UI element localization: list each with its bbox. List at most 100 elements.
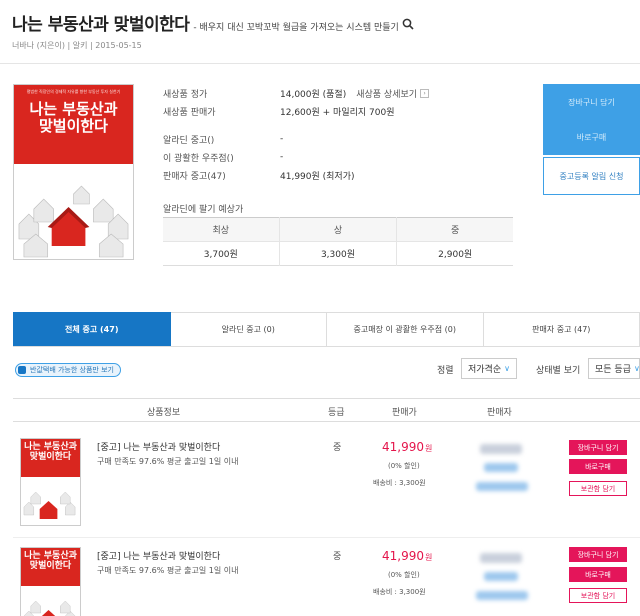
seller-badge-blurred [484, 572, 518, 581]
search-icon[interactable] [402, 18, 414, 30]
cover-title: 나는 부동산과 맞벌이한다 [21, 442, 80, 463]
info-value: - [280, 134, 284, 144]
row-divider [13, 537, 640, 538]
book-meta[interactable]: 너바나 (지은이) | 알키 | 2015-05-15 [12, 40, 142, 51]
item-grade: 중 [333, 443, 342, 453]
checkbox-label: 반값택배 가능한 상품만 보기 [30, 366, 114, 374]
info-row-store-used: 이 광활한 우주점() - [163, 148, 429, 166]
add-to-wishlist-button[interactable]: 보관함 담기 [569, 481, 627, 496]
cover-houses-illustration [21, 586, 80, 616]
item-seller-stats: 구매 만족도 97.6% 평균 출고일 1일 이내 [97, 566, 239, 575]
cover-title-line1: 나는 부동산과 [24, 442, 77, 452]
price-value: 41,990 [382, 440, 424, 454]
header-product: 상품정보 [147, 408, 181, 418]
add-to-cart-button[interactable]: 장바구니 담기 [569, 547, 627, 562]
seller-name-blurred[interactable] [480, 553, 522, 563]
estimate-header: 중 [396, 217, 513, 242]
cover-title-line2: 맞벌이한다 [29, 452, 72, 463]
sort-select-value: 저가격순 [468, 365, 502, 375]
price-unit: 원 [425, 444, 433, 453]
price-unit: 원 [425, 553, 433, 562]
add-to-cart-button[interactable]: 장바구니 담기 [543, 84, 640, 120]
header-price: 판매가 [392, 408, 417, 418]
cover-title-line1: 나는 부동산과 [24, 551, 77, 561]
price-value: 41,990 [382, 549, 424, 563]
half-price-shipping-filter[interactable]: 반값택배 가능한 상품만 보기 [15, 363, 121, 377]
buy-now-button[interactable]: 바로구매 [569, 567, 627, 582]
info-row-sale-price: 새상품 판매가 12,600원 + 마일리지 700원 [163, 102, 429, 120]
buy-now-button[interactable]: 바로구매 [543, 119, 640, 155]
checkbox-icon[interactable] [18, 366, 26, 374]
item-price: 41,990원 [382, 440, 432, 454]
sort-select[interactable]: 저가격순 ∨ [461, 358, 517, 379]
info-label: 이 광활한 우주점() [163, 153, 234, 164]
condition-label: 상태별 보기 [536, 366, 581, 376]
seller-rating-blurred [476, 482, 528, 491]
tab-all-used[interactable]: 전체 중고 (47) [13, 312, 171, 346]
item-discount: (0% 할인) [388, 571, 420, 579]
header-grade: 등급 [328, 408, 345, 418]
info-label: 판매자 중고(47) [163, 171, 226, 182]
item-grade: 중 [333, 552, 342, 562]
cover-title-line2: 맞벌이한다 [38, 117, 108, 136]
cover-houses-illustration [14, 164, 133, 259]
estimate-value: 3,700원 [163, 241, 280, 266]
info-row-seller-used: 판매자 중고(47) 41,990원 (최저가) [163, 166, 429, 184]
page-title: 나는 부동산과 맞벌이한다 [12, 15, 190, 35]
add-to-cart-button[interactable]: 장바구니 담기 [569, 440, 627, 455]
seller-badge-blurred [484, 463, 518, 472]
book-cover[interactable]: 평범한 직장인의 경제적 자유를 향한 부동산 투자 실천기 나는 부동산과 맞… [13, 84, 134, 260]
used-tabs: 전체 중고 (47) 알라딘 중고 (0) 중고매장 이 광활한 우주점 (0)… [13, 312, 640, 347]
info-label: 알라딘 중고() [163, 135, 215, 146]
estimate-header: 상 [279, 217, 398, 242]
estimate-value: 2,900원 [396, 241, 513, 266]
info-value: 41,990원 (최저가) [280, 171, 355, 182]
seller-name-blurred[interactable] [480, 444, 522, 454]
tab-seller-used[interactable]: 판매자 중고 (47) [483, 312, 640, 346]
list-item: 나는 부동산과 맞벌이한다 [중고] 나는 부동산과 맞벌이한다 구매 만족도 … [0, 434, 640, 534]
cover-title-line1: 나는 부동산과 [29, 100, 118, 118]
header-seller: 판매자 [487, 408, 512, 418]
new-product-detail-link[interactable]: 새상품 상세보기 [356, 87, 417, 100]
info-label: 새상품 판매가 [163, 107, 216, 118]
item-cover[interactable]: 나는 부동산과 맞벌이한다 [20, 547, 81, 616]
chevron-right-icon[interactable]: › [420, 88, 430, 98]
info-value: 14,000원 (품절) [280, 89, 347, 100]
add-to-wishlist-button[interactable]: 보관함 담기 [569, 588, 627, 603]
cover-title: 나는 부동산과 맞벌이한다 [14, 100, 133, 136]
list-header: 상품정보 등급 판매가 판매자 [13, 398, 640, 422]
tab-store-used[interactable]: 중고매장 이 광활한 우주점 (0) [327, 312, 484, 346]
item-shipping: 배송비 : 3,300원 [373, 479, 426, 487]
item-cover[interactable]: 나는 부동산과 맞벌이한다 [20, 438, 81, 526]
divider [0, 63, 640, 64]
item-shipping: 배송비 : 3,300원 [373, 588, 426, 596]
estimate-table: 최상 상 중 3,700원 3,300원 2,900원 [163, 217, 513, 266]
info-label: 새상품 정가 [163, 89, 208, 100]
used-registration-alert-button[interactable]: 중고등록 알림 신청 [543, 157, 640, 195]
estimate-title: 알라딘에 팔기 예상가 [163, 205, 244, 215]
cover-houses-illustration [21, 477, 80, 525]
item-title-link[interactable]: [중고] 나는 부동산과 맞벌이한다 [97, 549, 220, 562]
condition-select[interactable]: 모든 등급 ∨ [588, 358, 640, 379]
buy-now-button[interactable]: 바로구매 [569, 459, 627, 474]
seller-rating-blurred [476, 591, 528, 600]
estimate-value: 3,300원 [279, 241, 398, 266]
list-item: 나는 부동산과 맞벌이한다 [중고] 나는 부동산과 맞벌이한다 구매 만족도 … [0, 543, 640, 616]
item-price: 41,990원 [382, 549, 432, 563]
condition-select-value: 모든 등급 [595, 365, 631, 375]
info-row-list-price: 새상품 정가 14,000원 (품절) 새상품 상세보기 › [163, 84, 430, 102]
tab-aladin-used[interactable]: 알라딘 중고 (0) [170, 312, 327, 346]
item-title-link[interactable]: [중고] 나는 부동산과 맞벌이한다 [97, 440, 220, 453]
estimate-header: 최상 [163, 217, 280, 242]
chevron-down-icon: ∨ [633, 364, 640, 373]
item-discount: (0% 할인) [388, 462, 420, 470]
sort-label: 정렬 [437, 366, 454, 376]
info-value: 12,600원 + 마일리지 700원 [280, 107, 395, 118]
cover-title: 나는 부동산과 맞벌이한다 [21, 551, 80, 572]
cover-tagline: 평범한 직장인의 경제적 자유를 향한 부동산 투자 실천기 [26, 89, 121, 94]
cover-title-line2: 맞벌이한다 [29, 561, 72, 572]
title-row: 나는 부동산과 맞벌이한다 - 배우지 대신 꼬박꼬박 월급을 가져오는 시스템… [12, 10, 414, 35]
info-value: - [280, 152, 284, 162]
item-seller-stats: 구매 만족도 97.6% 평균 출고일 1일 이내 [97, 457, 239, 466]
info-row-aladin-used: 알라딘 중고() - [163, 130, 429, 148]
